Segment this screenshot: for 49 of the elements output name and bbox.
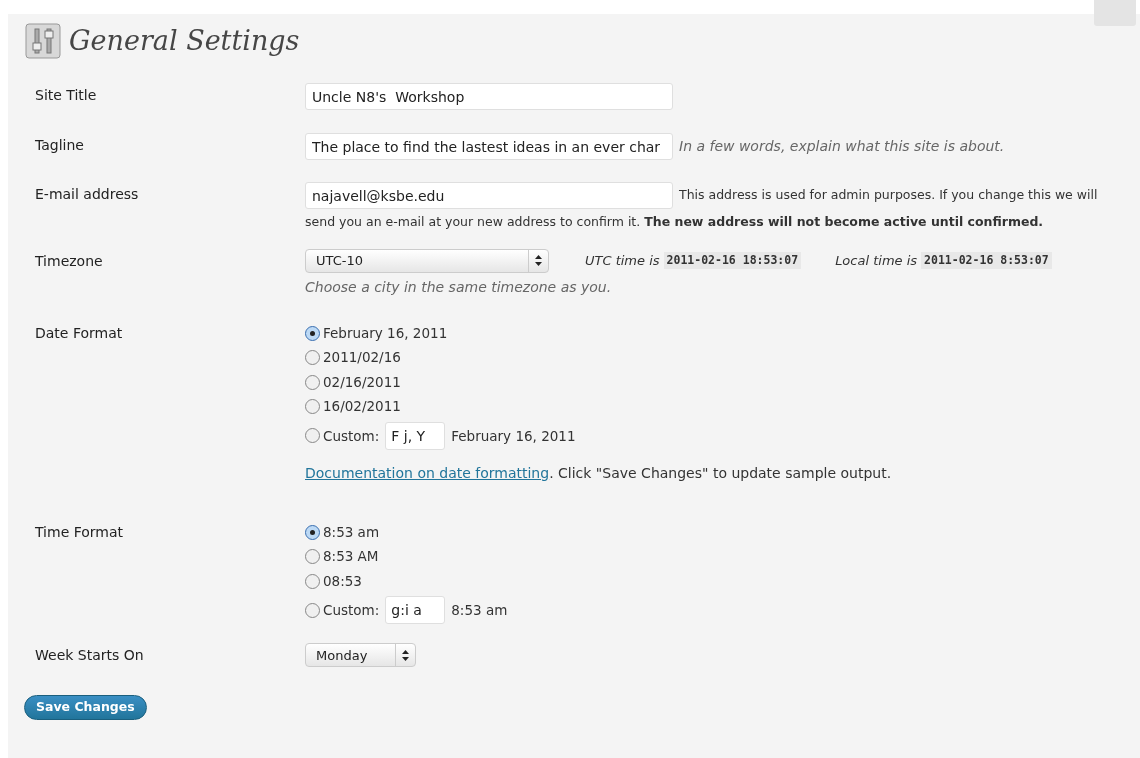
format-field[interactable]: F j, Y	[385, 421, 446, 450]
radio-button[interactable]	[305, 374, 320, 390]
field-description: This address is used for admin purposes. If you change this we will	[679, 186, 1098, 205]
utc-time: 2011-02-16 18:53:07	[663, 252, 802, 270]
radio-button[interactable]	[305, 399, 320, 414]
option-label: 2011/02/16	[323, 348, 401, 368]
local-time: 2011-02-16 8:53:07	[921, 252, 1052, 270]
save-changes-button[interactable]: Save Changes	[24, 695, 147, 721]
utc-time-label: UTC time is	[585, 252, 660, 270]
field-label: Site Title	[34, 86, 98, 105]
option-label: Custom:	[323, 426, 380, 446]
radio-button[interactable]	[305, 325, 320, 341]
format-sample: February 16, 2011	[451, 426, 576, 446]
option-label: 02/16/2011	[323, 372, 401, 392]
text-field[interactable]: najavell@ksbe.edu	[305, 182, 673, 209]
field-description: send you an e-mail at your new address to confirm it. The new address will not become active until confirmed.	[305, 213, 1045, 231]
field-label: Date Format	[34, 323, 124, 343]
field-label: Time Format	[34, 522, 125, 542]
option-label: 08:53	[323, 571, 362, 591]
option-label: Custom:	[323, 601, 380, 621]
radio-button[interactable]	[305, 524, 320, 540]
updown-arrows-icon	[402, 649, 409, 661]
field-label: Timezone	[34, 251, 104, 271]
field-hint: In a few words, explain what this site is about.	[679, 137, 1005, 156]
page-title: General Settings	[69, 23, 300, 58]
radio-button[interactable]	[305, 549, 320, 564]
option-label: 16/02/2011	[323, 397, 401, 417]
field-label: E-mail address	[34, 185, 140, 204]
sliders-icon	[25, 23, 61, 59]
radio-button[interactable]	[305, 573, 320, 589]
option-label: February 16, 2011	[323, 323, 448, 343]
format-sample: 8:53 am	[451, 601, 508, 621]
radio-button[interactable]	[305, 428, 320, 444]
documentation-link[interactable]: Documentation on date formatting	[305, 464, 550, 481]
text-field[interactable]: Uncle N8's Workshop	[305, 83, 673, 110]
format-note: . Click "Save Changes" to update sample output.	[549, 464, 892, 481]
option-label: 8:53 am	[323, 522, 380, 542]
text-field[interactable]: The place to find the lastest ideas in an ever char	[305, 133, 673, 160]
radio-button[interactable]	[305, 350, 320, 365]
select-dropdown[interactable]: Monday	[305, 643, 416, 668]
updown-arrows-icon	[535, 255, 542, 267]
format-field[interactable]: g:i a	[385, 596, 446, 625]
option-label: 8:53 AM	[323, 547, 379, 567]
radio-button[interactable]	[305, 602, 320, 618]
local-time-label: Local time is	[835, 252, 918, 270]
select-dropdown[interactable]: UTC-10	[305, 248, 549, 273]
field-label: Tagline	[34, 136, 85, 155]
field-hint: Choose a city in the same timezone as you.	[305, 277, 613, 297]
field-label: Week Starts On	[34, 646, 145, 666]
